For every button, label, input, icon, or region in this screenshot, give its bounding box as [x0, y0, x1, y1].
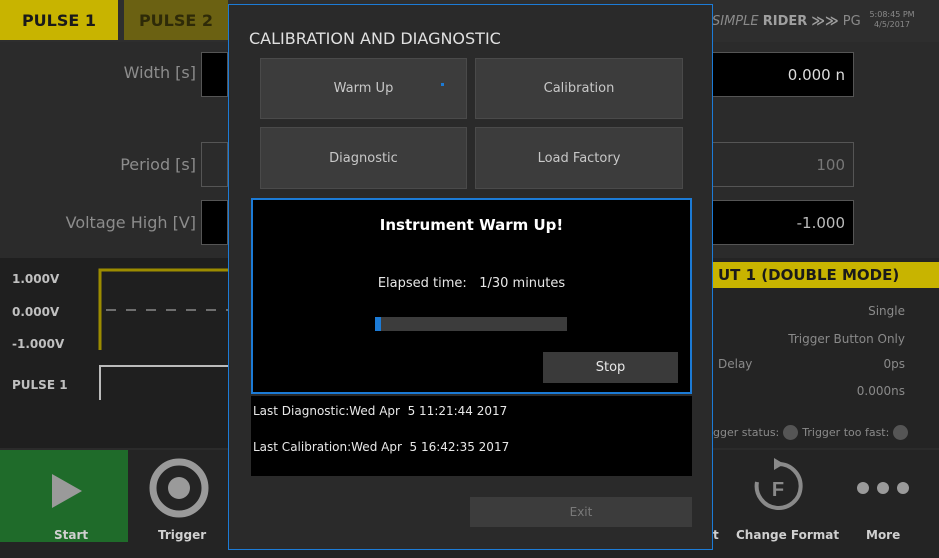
width-value: 0.000 n [787, 65, 845, 84]
v-zero-label: 0.000V [12, 305, 60, 319]
output-trigger: Trigger Button Only [788, 332, 905, 346]
period-input-left[interactable] [201, 142, 228, 187]
waveform-trace [98, 268, 228, 400]
pulse-trace-white [99, 365, 228, 400]
stop-label: Stop [595, 360, 626, 375]
brand-logo: SIMPLE RIDER ≫≫ PG [712, 14, 861, 29]
output-delay-label: Delay [718, 357, 753, 371]
v-low-label: -1.000V [12, 337, 65, 351]
trigger-label: Trigger [158, 528, 207, 542]
period-label: Period [s] [120, 155, 196, 174]
busy-indicator-dot [441, 83, 444, 86]
elapsed-label: Elapsed time: [377, 276, 467, 291]
warm-up-button[interactable]: Warm Up [260, 58, 467, 119]
width-label: Width [s] [123, 63, 196, 82]
v-high-label: 1.000V [12, 272, 60, 286]
target-icon [149, 458, 209, 518]
change-format-label: Change Format [736, 528, 840, 542]
brand-arrows: ≫≫ [811, 14, 839, 29]
voltage-value: -1.000 [796, 213, 845, 232]
width-input-left[interactable] [201, 52, 228, 97]
load-factory-button[interactable]: Load Factory [475, 127, 683, 189]
output-title: UT 1 (DOUBLE MODE) [718, 266, 900, 284]
diagnostic-label: Diagnostic [329, 150, 398, 166]
last-calibration: Last Calibration:Wed Apr 5 16:42:35 2017 [253, 440, 510, 454]
width-input[interactable]: 0.000 n [712, 52, 854, 97]
change-format-button[interactable]: F [740, 456, 830, 526]
output-delay-value: 0ps [883, 357, 905, 371]
period-value: 100 [816, 155, 845, 174]
trigger-status: gger status: Trigger too fast: [713, 425, 909, 440]
start-label: Start [54, 528, 89, 542]
more-button[interactable] [845, 470, 925, 510]
last-diagnostic: Last Diagnostic:Wed Apr 5 11:21:44 2017 [253, 404, 508, 418]
trigger-too-fast-label: Trigger too fast: [802, 426, 890, 439]
brand-rider: RIDER [762, 14, 808, 29]
warm-up-progress-fill [375, 317, 382, 331]
calibration-dialog: CALIBRATION AND DIAGNOSTIC Warm Up Calib… [228, 4, 713, 550]
exit-button[interactable]: Exit [470, 497, 692, 527]
brand-simple: SIMPLE [712, 14, 759, 29]
tab-pulse-2[interactable]: PULSE 2 [124, 0, 228, 40]
warm-up-label: Warm Up [333, 81, 394, 96]
last-run-info: Last Diagnostic:Wed Apr 5 11:21:44 2017 … [251, 396, 692, 476]
warm-up-progress-bar [375, 317, 567, 331]
output-mode: Single [868, 304, 905, 318]
clock-date: 4/5/2017 [874, 20, 910, 29]
trigger-status-led [783, 425, 799, 440]
voltage-high-label: Voltage High [V] [65, 213, 196, 232]
brand-pg: PG [842, 14, 861, 29]
clock: 5:08:45 PM 4/5/2017 [868, 10, 916, 30]
stop-button[interactable]: Stop [543, 352, 678, 383]
warm-up-heading: Instrument Warm Up! [379, 216, 564, 234]
dialog-title: CALIBRATION AND DIAGNOSTIC [249, 29, 501, 48]
trigger-button[interactable] [140, 456, 228, 526]
play-icon [52, 474, 82, 508]
trigger-status-label: gger status: [713, 426, 780, 439]
calibration-label: Calibration [543, 81, 615, 96]
period-input[interactable]: 100 [712, 142, 854, 187]
elapsed-time: Elapsed time: 1/30 minutes [253, 276, 690, 291]
partial-button-label: t [713, 528, 719, 542]
voltage-input-left[interactable] [201, 200, 228, 245]
exit-label: Exit [569, 505, 593, 519]
more-label: More [866, 528, 901, 542]
more-dots-icon [857, 482, 909, 494]
svg-text:F: F [772, 479, 784, 501]
diagnostic-button[interactable]: Diagnostic [260, 127, 467, 189]
elapsed-value: 1/30 minutes [479, 276, 566, 291]
pulse-label: PULSE 1 [12, 378, 68, 392]
trigger-too-fast-led [893, 425, 909, 440]
tab-pulse-1[interactable]: PULSE 1 [0, 0, 118, 40]
voltage-input[interactable]: -1.000 [712, 200, 854, 245]
load-factory-label: Load Factory [537, 150, 621, 166]
clock-time: 5:08:45 PM [869, 10, 915, 19]
refresh-format-icon: F [754, 458, 803, 510]
calibration-button[interactable]: Calibration [475, 58, 683, 119]
warm-up-panel: Instrument Warm Up! Elapsed time: 1/30 m… [251, 198, 692, 394]
output-value2: 0.000ns [856, 384, 905, 398]
